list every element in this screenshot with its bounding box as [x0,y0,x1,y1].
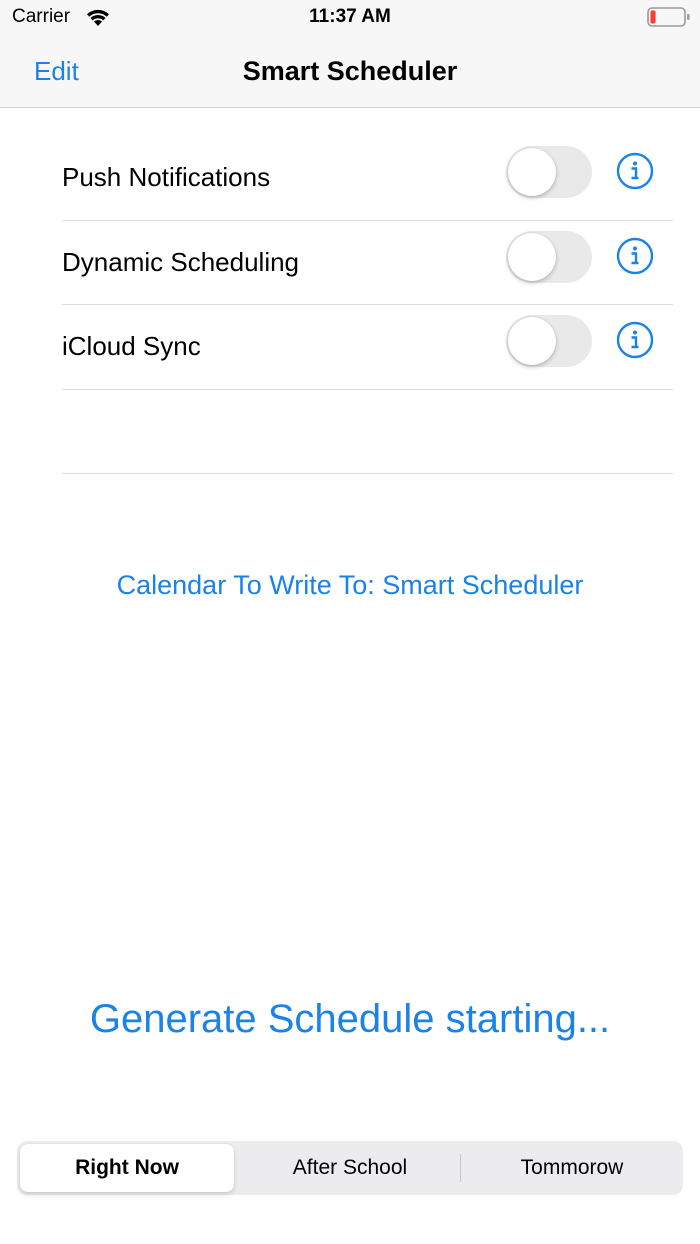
segment-after-school[interactable]: After School [239,1141,461,1195]
clock: 11:37 AM [309,6,391,27]
setting-label: Push Notifications [62,162,271,192]
info-icon[interactable] [616,321,654,359]
icloud-sync-toggle[interactable] [506,315,592,367]
dynamic-scheduling-toggle[interactable] [506,230,592,283]
settings-list: Push Notifications Dynamic Scheduling iC… [62,136,673,474]
setting-label: iCloud Sync [62,331,201,361]
info-icon[interactable] [616,152,654,190]
status-bar: Carrier 11:37 AM [0,0,700,36]
nav-bar: Edit Smart Scheduler [0,36,700,108]
toggle-knob [508,317,556,365]
setting-row-dynamic-scheduling: Dynamic Scheduling [62,221,673,305]
setting-label: Dynamic Scheduling [62,246,300,277]
segment-tomorrow[interactable]: Tommorow [461,1141,683,1195]
start-time-segmented-control: Right Now After School Tommorow [17,1141,683,1195]
toggle-knob [508,232,556,281]
setting-row-icloud-sync: iCloud Sync [62,305,673,390]
setting-row-push-notifications: Push Notifications [62,136,673,221]
calendar-select-button[interactable]: Calendar To Write To: Smart Scheduler [0,570,700,601]
battery-low-icon [647,7,690,27]
page-title: Smart Scheduler [242,56,458,86]
generate-schedule-button[interactable]: Generate Schedule starting... [0,997,700,1042]
empty-row [62,390,673,474]
toggle-knob [508,148,556,196]
push-notifications-toggle[interactable] [506,146,592,198]
info-icon[interactable] [616,237,654,275]
segment-right-now[interactable]: Right Now [20,1144,234,1192]
